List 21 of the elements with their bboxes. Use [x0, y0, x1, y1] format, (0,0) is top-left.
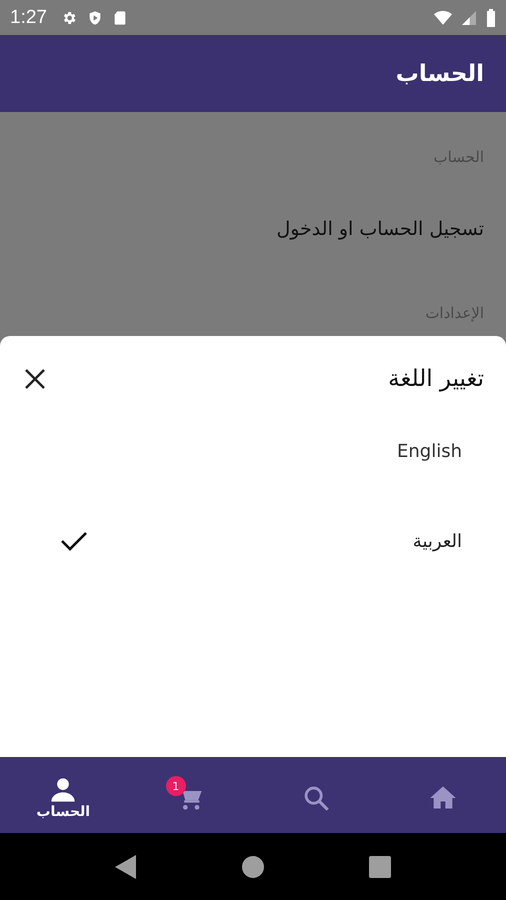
cart-count-badge: 1 [166, 776, 186, 796]
status-time: 1:27 [10, 6, 47, 28]
language-option[interactable]: العربية [60, 496, 462, 586]
person-icon [49, 776, 78, 804]
nav-tab[interactable]: 1 [150, 774, 230, 816]
app-bar-title: الحساب [396, 60, 484, 86]
list-item[interactable]: تسجيل الحساب او الدخول [276, 218, 484, 240]
sd-card-icon [112, 10, 127, 26]
close-button[interactable] [24, 368, 46, 390]
battery-icon [486, 8, 496, 26]
language-option[interactable]: English [60, 406, 462, 496]
signal-icon [462, 10, 476, 26]
recents-icon[interactable] [369, 856, 391, 878]
wifi-icon [434, 10, 452, 26]
shield-icon [86, 10, 103, 26]
sheet-title: تغيير اللغة [388, 366, 484, 392]
search-icon [302, 784, 330, 812]
nav-tab[interactable]: الحساب [23, 766, 104, 824]
back-icon[interactable] [115, 854, 137, 878]
check-icon [60, 530, 88, 552]
home-circle-icon[interactable] [242, 856, 264, 878]
